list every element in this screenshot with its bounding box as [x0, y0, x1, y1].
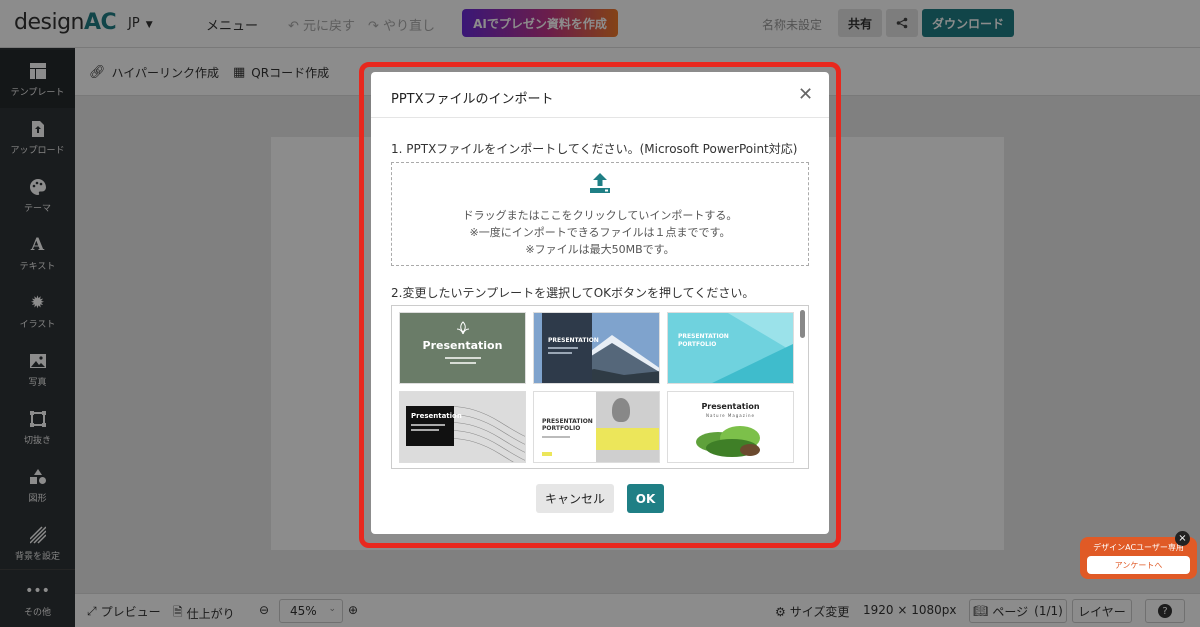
close-icon[interactable]: ✕: [798, 86, 813, 104]
template-thumb-5[interactable]: PRESENTATION PORTFOLIO: [533, 391, 660, 463]
dialog-header: PPTXファイルのインポート ✕: [371, 72, 829, 118]
thumb-text-line: [450, 362, 476, 364]
thumb-text-line: [411, 424, 445, 426]
template-thumb-2[interactable]: PRESENTATION: [533, 312, 660, 384]
dropzone-text-3: ※ファイルは最大50MBです。: [525, 243, 675, 256]
file-dropzone[interactable]: ドラッグまたはここをクリックしていインポートする。 ※一度にインポートできるファ…: [391, 162, 809, 266]
polygon-background: [668, 313, 793, 383]
upload-icon: [590, 173, 610, 193]
template-grid: Presentation PRESENTATION PRESENTATION P…: [391, 305, 809, 469]
thumb-title: Presentation: [422, 339, 503, 352]
template-thumb-4[interactable]: Presentation: [399, 391, 526, 463]
portrait-head: [612, 398, 630, 422]
thumb-title: PRESENTATION: [542, 418, 593, 425]
yellow-band: [596, 428, 659, 450]
ok-button[interactable]: OK: [627, 484, 664, 513]
thumb-subtitle: PORTFOLIO: [542, 425, 581, 432]
step1-instruction: 1. PPTXファイルをインポートしてください。(Microsoft Power…: [391, 142, 798, 156]
thumb-title: Presentation: [411, 412, 462, 420]
thumb-text-line: [542, 436, 570, 438]
thumb-title: PRESENTATION: [678, 333, 729, 340]
plant-photo: [696, 426, 760, 457]
thumb-text-line: [548, 352, 572, 354]
thumb-subtitle: PORTFOLIO: [678, 341, 717, 348]
leaf-emblem-icon: [456, 321, 470, 335]
survey-close-button[interactable]: ×: [1175, 531, 1190, 546]
template-thumb-6[interactable]: Presentation Nature Magazine: [667, 391, 794, 463]
template-thumb-3[interactable]: PRESENTATION PORTFOLIO: [667, 312, 794, 384]
thumb-text-line: [411, 429, 439, 431]
cancel-button[interactable]: キャンセル: [536, 484, 614, 513]
scrollbar-thumb[interactable]: [800, 310, 805, 338]
thumb-text-line: [548, 347, 578, 349]
dropzone-text-1: ドラッグまたはここをクリックしていインポートする。: [462, 209, 738, 222]
thumb-text-line: [445, 357, 481, 359]
survey-button[interactable]: アンケートへ: [1087, 556, 1190, 574]
thumb-accent: [542, 452, 552, 456]
dropzone-text-2: ※一度にインポートできるファイルは１点までです。: [469, 226, 731, 239]
step2-instruction: 2.変更したいテンプレートを選択してOKボタンを押してください。: [391, 286, 755, 300]
import-dialog: PPTXファイルのインポート ✕ 1. PPTXファイルをインポートしてください…: [371, 72, 829, 534]
template-thumb-1[interactable]: Presentation: [399, 312, 526, 384]
dialog-title: PPTXファイルのインポート: [391, 92, 554, 107]
thumb-title: PRESENTATION: [548, 337, 599, 344]
